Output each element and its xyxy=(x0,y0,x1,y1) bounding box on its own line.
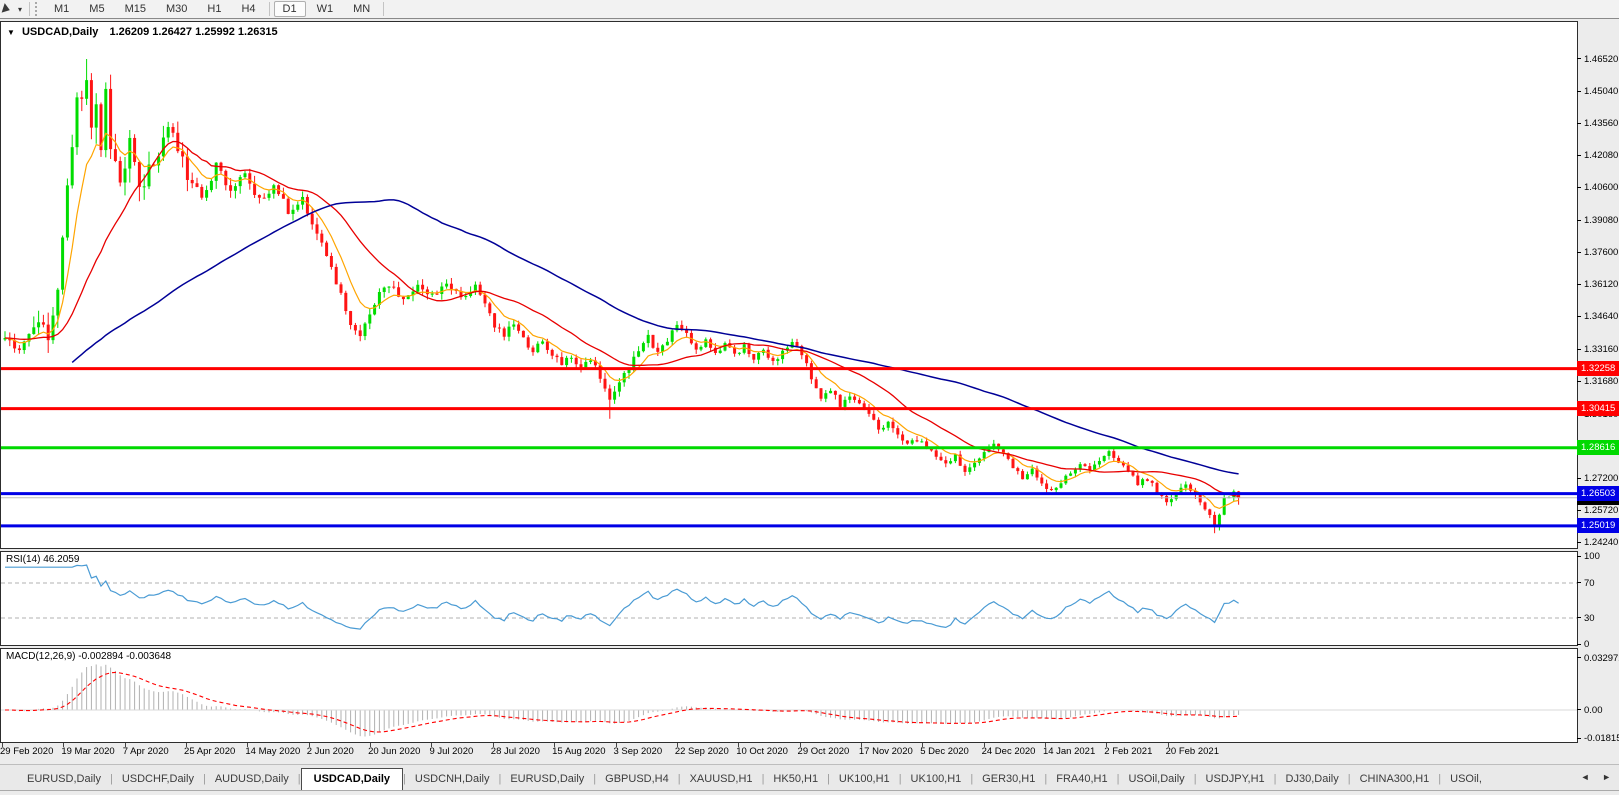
price-tick: 1.24240 xyxy=(1577,537,1618,548)
tab-fra40-h1[interactable]: FRA40,H1 xyxy=(1047,769,1116,790)
tab-eurusd-daily[interactable]: EURUSD,Daily xyxy=(501,769,593,790)
date-label: 29 Feb 2020 xyxy=(0,746,53,757)
tab-usdjpy-h1[interactable]: USDJPY,H1 xyxy=(1197,769,1274,790)
tab-usdchf-daily[interactable]: USDCHF,Daily xyxy=(113,769,203,790)
date-label: 19 Mar 2020 xyxy=(61,746,114,757)
tab-gbpusd-h4[interactable]: GBPUSD,H4 xyxy=(596,769,678,790)
date-label: 14 May 2020 xyxy=(245,746,300,757)
date-label: 2 Jun 2020 xyxy=(307,746,354,757)
rsi-axis-tick: 30 xyxy=(1577,613,1595,624)
macd-axis-tick: -0.01815 xyxy=(1577,733,1619,744)
tab-scroll-arrows: ◄ ► xyxy=(1581,772,1616,782)
price-tick: 1.36120 xyxy=(1577,279,1618,290)
timeframe-button-m30[interactable]: M30 xyxy=(157,1,196,17)
mt4-window: ▾ M1M5M15M30H1H4 D1W1MN ▼ USDCAD,Daily 1.… xyxy=(0,0,1619,795)
macd-label: MACD(12,26,9) -0.002894 -0.003648 xyxy=(6,651,171,662)
tab-ger30-h1[interactable]: GER30,H1 xyxy=(973,769,1044,790)
hline-price-label: 1.28616 xyxy=(1577,440,1619,455)
tab-dj30-daily[interactable]: DJ30,Daily xyxy=(1277,769,1348,790)
chart-tab-bar: EURUSD,Daily|USDCHF,Daily|AUDUSD,Daily|U… xyxy=(0,764,1619,791)
macd-svg[interactable] xyxy=(1,649,1577,742)
price-tick: 1.33160 xyxy=(1577,344,1618,355)
hline-price-label: 1.32258 xyxy=(1577,361,1619,376)
macd-axis-tick: 0.032972 xyxy=(1577,653,1619,664)
timeframe-button-h1[interactable]: H1 xyxy=(198,1,230,17)
rsi-panel[interactable] xyxy=(0,551,1578,646)
rsi-axis-tick: 0 xyxy=(1577,639,1589,650)
price-tick: 1.25720 xyxy=(1577,505,1618,516)
date-label: 2 Feb 2021 xyxy=(1104,746,1152,757)
price-tick: 1.43560 xyxy=(1577,118,1618,129)
macd-axis-tick: 0.00 xyxy=(1577,705,1603,716)
timeframe-button-h4[interactable]: H4 xyxy=(232,1,264,17)
chart-title: ▼ USDCAD,Daily 1.26209 1.26427 1.25992 1… xyxy=(7,26,278,38)
collapse-triangle-icon[interactable]: ▼ xyxy=(7,28,15,37)
tab-scroll-left-icon[interactable]: ◄ xyxy=(1581,772,1595,782)
date-label: 10 Oct 2020 xyxy=(736,746,788,757)
tab-china300-h1[interactable]: CHINA300,H1 xyxy=(1351,769,1439,790)
date-label: 28 Jul 2020 xyxy=(491,746,540,757)
rsi-label: RSI(14) 46.2059 xyxy=(6,554,79,565)
price-tick: 1.27200 xyxy=(1577,473,1618,484)
tab-usdcnh-daily[interactable]: USDCNH,Daily xyxy=(406,769,499,790)
tab-usoil-[interactable]: USOil, xyxy=(1441,769,1491,790)
hline-price-label: 1.26503 xyxy=(1577,486,1619,501)
date-label: 9 Jul 2020 xyxy=(429,746,473,757)
chart-symbol-label: USDCAD,Daily xyxy=(22,26,98,38)
date-label: 15 Aug 2020 xyxy=(552,746,605,757)
hline-price-label: 1.25019 xyxy=(1577,518,1619,533)
price-chart-svg[interactable] xyxy=(1,22,1577,548)
date-label: 3 Sep 2020 xyxy=(614,746,663,757)
price-tick: 1.45040 xyxy=(1577,86,1618,97)
timeframe-button-m5[interactable]: M5 xyxy=(80,1,113,17)
toolbar-divider xyxy=(269,2,270,16)
toolbar-divider xyxy=(383,2,384,16)
price-tick: 1.46520 xyxy=(1577,54,1618,65)
date-label: 29 Oct 2020 xyxy=(798,746,850,757)
price-tick: 1.31680 xyxy=(1577,376,1618,387)
tab-scroll-right-icon[interactable]: ► xyxy=(1602,772,1616,782)
chevron-down-icon[interactable]: ▾ xyxy=(18,5,22,14)
tab-usdcad-daily[interactable]: USDCAD,Daily xyxy=(301,768,403,791)
price-chart-panel[interactable] xyxy=(0,21,1578,549)
timeframe-button-m1[interactable]: M1 xyxy=(45,1,78,17)
date-label: 7 Apr 2020 xyxy=(123,746,169,757)
price-tick: 1.42080 xyxy=(1577,150,1618,161)
timeframe-toolbar: ▾ M1M5M15M30H1H4 D1W1MN xyxy=(0,0,1619,19)
timeframe-button-m15[interactable]: M15 xyxy=(116,1,155,17)
hline-price-label: 1.30415 xyxy=(1577,401,1619,416)
timeframe-button-mn[interactable]: MN xyxy=(344,1,379,17)
date-label: 25 Apr 2020 xyxy=(184,746,235,757)
date-label: 20 Feb 2021 xyxy=(1166,746,1219,757)
tab-hk50-h1[interactable]: HK50,H1 xyxy=(764,769,827,790)
date-label: 20 Jun 2020 xyxy=(368,746,420,757)
rsi-axis-tick: 100 xyxy=(1577,551,1600,562)
tab-xauusd-h1[interactable]: XAUUSD,H1 xyxy=(681,769,762,790)
pointer-tool-icon[interactable] xyxy=(2,3,16,15)
date-label: 14 Jan 2021 xyxy=(1043,746,1095,757)
macd-panel[interactable] xyxy=(0,648,1578,743)
tab-audusd-daily[interactable]: AUDUSD,Daily xyxy=(206,769,298,790)
timeframe-button-d1[interactable]: D1 xyxy=(274,1,306,17)
date-label: 22 Sep 2020 xyxy=(675,746,729,757)
date-label: 5 Dec 2020 xyxy=(920,746,969,757)
price-tick: 1.39080 xyxy=(1577,215,1618,226)
price-tick: 1.37600 xyxy=(1577,247,1618,258)
tab-usoil-daily[interactable]: USOil,Daily xyxy=(1119,769,1193,790)
timeframe-button-w1[interactable]: W1 xyxy=(308,1,343,17)
timeframe-buttons: M1M5M15M30H1H4 D1W1MN xyxy=(44,1,387,17)
tab-eurusd-daily[interactable]: EURUSD,Daily xyxy=(18,769,110,790)
toolbar-divider xyxy=(29,2,30,16)
toolbar-grip-handle[interactable] xyxy=(35,2,39,16)
tab-uk100-h1[interactable]: UK100,H1 xyxy=(902,769,971,790)
date-label: 24 Dec 2020 xyxy=(982,746,1036,757)
rsi-svg[interactable] xyxy=(1,552,1577,645)
chart-ohlc-values: 1.26209 1.26427 1.25992 1.26315 xyxy=(109,26,277,38)
price-tick: 1.34640 xyxy=(1577,311,1618,322)
rsi-axis-tick: 70 xyxy=(1577,578,1595,589)
tab-uk100-h1[interactable]: UK100,H1 xyxy=(830,769,899,790)
price-tick: 1.40600 xyxy=(1577,182,1618,193)
date-label: 17 Nov 2020 xyxy=(859,746,913,757)
